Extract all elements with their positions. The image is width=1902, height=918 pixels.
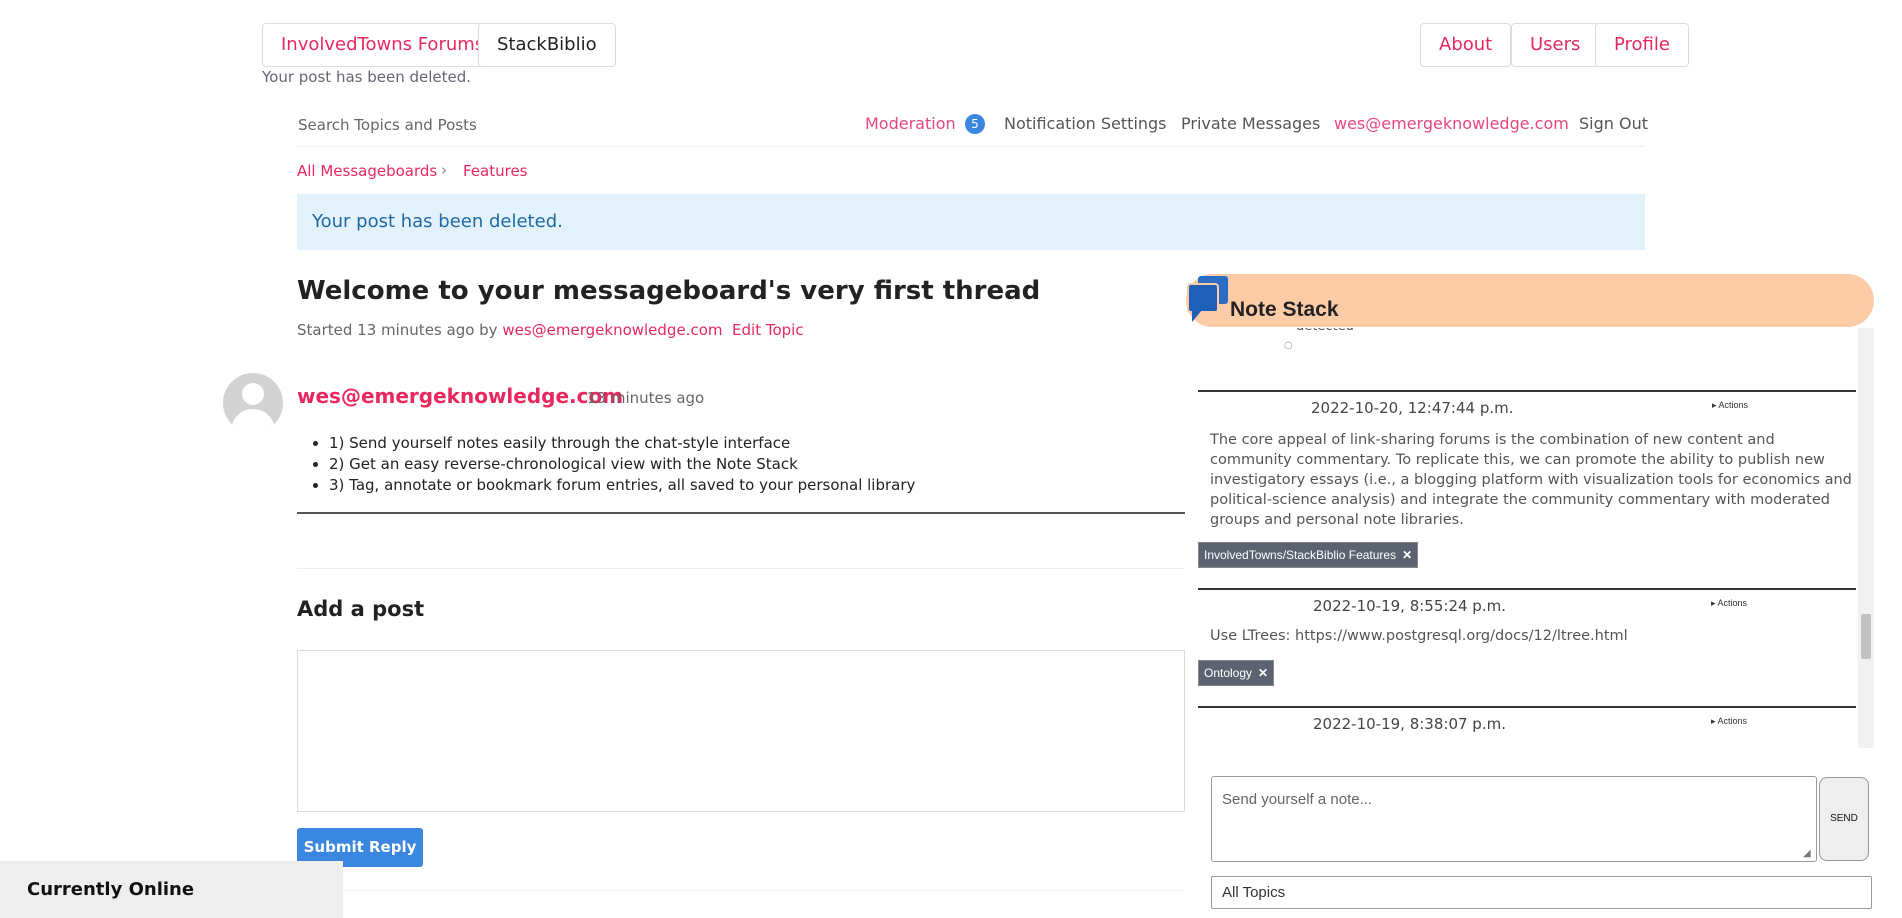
user-email-link[interactable]: wes@emergeknowledge.com [1334,114,1569,133]
remove-tag-icon[interactable]: ✕ [1402,548,1412,562]
bullet-circle-icon: ○ [1284,340,1293,351]
note-timestamp: 2022-10-19, 8:55:24 p.m. [1313,597,1506,615]
note-tag[interactable]: Ontology ✕ [1198,660,1275,686]
breadcrumb-features[interactable]: Features [463,162,528,180]
note-divider [1198,588,1856,590]
avatar-head-icon [242,383,264,405]
topic-started-text: Started 13 minutes ago by [297,321,498,339]
edit-topic-link[interactable]: Edit Topic [732,321,804,339]
list-item: 2) Get an easy reverse-chronological vie… [329,454,915,475]
private-messages-link[interactable]: Private Messages [1181,114,1320,133]
currently-online-panel: Currently Online [0,861,343,918]
search-input[interactable]: Search Topics and Posts [298,116,477,134]
avatar-body-icon [231,409,275,433]
note-tag-label: Ontology [1204,666,1253,680]
partial-note-text: detected [1296,328,1354,334]
post-body-list: 1) Send yourself notes easily through th… [313,433,915,496]
note-text: Use LTrees: https://www.postgresql.org/d… [1210,628,1628,644]
remove-tag-icon[interactable]: ✕ [1258,666,1268,680]
resize-handle-icon[interactable]: ◢ [1803,848,1811,859]
add-post-heading: Add a post [297,597,425,621]
reply-textarea[interactable] [297,650,1185,812]
note-tag[interactable]: InvolvedTowns/StackBiblio Features ✕ [1198,542,1419,568]
users-button[interactable]: Users [1511,23,1600,67]
stackbiblio-button[interactable]: StackBiblio [478,23,616,67]
moderation-count-badge: 5 [965,114,985,134]
send-note-input[interactable]: Send yourself a note... [1211,776,1817,862]
note-actions-toggle[interactable]: ▸ Actions [1711,716,1747,727]
topic-title: Welcome to your messageboard's very firs… [297,276,1041,306]
note-actions-toggle[interactable]: ▸ Actions [1712,400,1748,411]
moderation-link[interactable]: Moderation [865,114,956,133]
chevron-right-icon: › [441,161,447,179]
post-divider [297,512,1185,514]
note-actions-toggle[interactable]: ▸ Actions [1711,598,1747,609]
profile-button[interactable]: Profile [1595,23,1689,67]
scrollbar-thumb[interactable] [1861,614,1871,659]
topic-meta: Started 13 minutes ago by wes@emergeknow… [297,321,804,339]
avatar [223,373,283,433]
chat-bubble-icon [1186,276,1232,328]
list-item: 1) Send yourself notes easily through th… [329,433,915,454]
post-time: 13 minutes ago [587,389,705,407]
note-divider [1198,706,1856,708]
flash-message: Your post has been deleted. [262,68,472,86]
post-author-link[interactable]: wes@emergeknowledge.com [297,384,623,408]
send-button[interactable]: SEND [1819,777,1869,861]
topics-select[interactable]: All Topics [1211,876,1872,909]
note-stack-scrollbar[interactable] [1858,328,1874,748]
note-tag-label: InvolvedTowns/StackBiblio Features [1204,548,1397,562]
topic-author-link[interactable]: wes@emergeknowledge.com [502,321,722,339]
note-text: The core appeal of link-sharing forums i… [1210,432,1852,528]
note-timestamp: 2022-10-20, 12:47:44 p.m. [1311,399,1514,417]
note-divider [1198,390,1856,392]
notification-settings-link[interactable]: Notification Settings [1004,114,1167,133]
breadcrumb-all-messageboards[interactable]: All Messageboards [297,162,437,180]
note-stack-title: Note Stack [1230,298,1339,321]
footer-divider [297,890,1185,891]
involvedtowns-forums-button[interactable]: InvolvedTowns Forums [262,23,504,67]
deleted-alert: Your post has been deleted. [297,194,1645,250]
note-stack-list[interactable]: detected ○ 2022-10-20, 12:47:44 p.m. ▸ A… [1198,328,1874,748]
nav-divider [297,146,1645,147]
sign-out-link[interactable]: Sign Out [1579,114,1648,133]
section-divider [297,568,1185,569]
list-item: 3) Tag, annotate or bookmark forum entri… [329,475,915,496]
about-button[interactable]: About [1420,23,1512,67]
note-timestamp: 2022-10-19, 8:38:07 p.m. [1313,715,1506,733]
